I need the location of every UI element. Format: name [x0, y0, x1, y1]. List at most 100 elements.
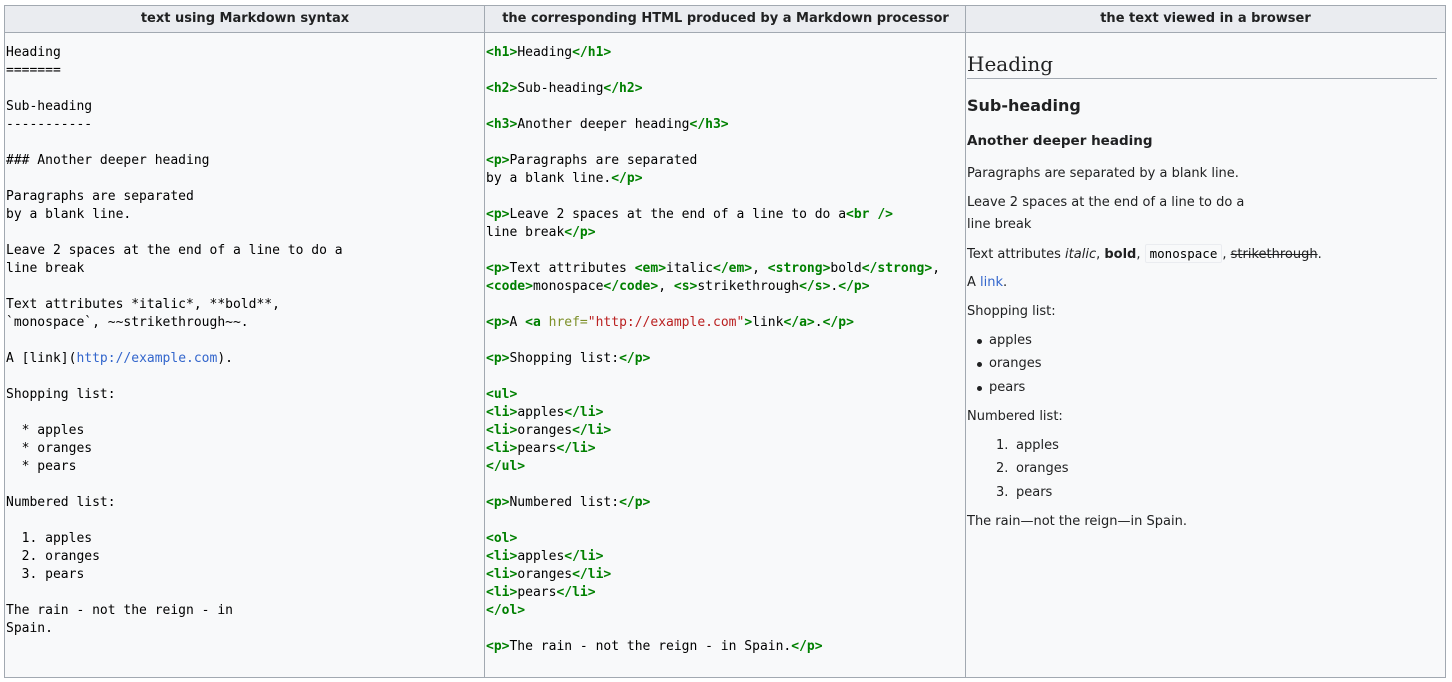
md-line: Text attributes *italic*, **bold**, — [6, 297, 280, 312]
html-tag: <a — [525, 315, 541, 330]
html-text: Shopping list: — [509, 351, 620, 366]
md-line: The rain - not the reign - in — [6, 603, 233, 618]
html-tag: <p> — [486, 495, 510, 510]
html-tag: </h3> — [689, 117, 729, 132]
html-text: link — [752, 315, 784, 330]
rendered-strikethrough: strikethrough — [1230, 247, 1318, 262]
bullet-icon — [977, 362, 982, 367]
html-tag: </s> — [799, 279, 831, 294]
html-text: Heading — [517, 45, 573, 60]
html-tag: </a> — [783, 315, 815, 330]
list-item: oranges — [989, 356, 1042, 371]
md-line: Paragraphs are separated — [6, 189, 194, 204]
md-url[interactable]: http://example.com — [76, 351, 217, 366]
html-text: pears — [517, 441, 557, 456]
html-tag: </ol> — [486, 603, 526, 618]
html-tag: <ul> — [486, 387, 518, 402]
html-text: Paragraphs are separated — [509, 153, 698, 168]
list-item: pears — [1016, 485, 1053, 500]
column-divider — [965, 6, 966, 677]
html-text: strikethrough — [697, 279, 800, 294]
rendered-heading-1: Heading — [967, 51, 1437, 79]
numbered-list-label: Numbered list: — [967, 409, 1063, 424]
html-text: . — [814, 315, 823, 330]
md-line: Shopping list: — [6, 387, 116, 402]
rendered-bold: bold — [1104, 247, 1137, 262]
html-tag: <p> — [486, 315, 510, 330]
md-line: `monospace`, ~~strikethrough~~. — [6, 315, 249, 330]
html-tag: </code> — [603, 279, 659, 294]
html-text: A — [509, 315, 526, 330]
html-tag: <code> — [486, 279, 533, 294]
html-tag: <li> — [486, 423, 518, 438]
html-text: Another deeper heading — [517, 117, 690, 132]
html-text: apples — [517, 549, 565, 564]
html-tag: <li> — [486, 441, 518, 456]
md-line: line break — [6, 261, 85, 276]
header-markdown: text using Markdown syntax — [5, 6, 485, 33]
html-text: by a blank line. — [486, 171, 612, 186]
list-item: apples — [989, 333, 1032, 348]
html-tag: <br /> — [846, 207, 893, 222]
html-tag: </li> — [572, 567, 612, 582]
html-tag: <li> — [486, 405, 518, 420]
html-tag: </p> — [838, 279, 870, 294]
html-text: pears — [517, 585, 557, 600]
html-tag: <p> — [486, 153, 510, 168]
md-line: by a blank line. — [6, 207, 132, 222]
md-line: Numbered list: — [6, 495, 116, 510]
rendered-text: , — [1222, 247, 1231, 262]
md-line: ### Another deeper heading — [6, 153, 210, 168]
html-attribute-value: "http://example.com" — [587, 315, 745, 330]
html-tag: > — [744, 315, 753, 330]
html-text: , — [658, 279, 674, 294]
bullet-icon — [977, 386, 982, 391]
rendered-paragraph: Text attributes italic, bold, monospace,… — [967, 243, 1322, 266]
rendered-text: Text attributes — [967, 247, 1066, 262]
html-text: Text attributes — [509, 261, 635, 276]
html-tag: </em> — [713, 261, 753, 276]
list-marker: 1. — [996, 438, 1009, 453]
list-item: apples — [1016, 438, 1059, 453]
rendered-italic: italic — [1065, 247, 1097, 262]
html-tag: </p> — [619, 351, 651, 366]
html-text: bold — [830, 261, 862, 276]
md-line: A [link]( — [6, 351, 77, 366]
html-tag: <p> — [486, 261, 510, 276]
html-tag: </h2> — [603, 81, 643, 96]
list-item: oranges — [1016, 461, 1069, 476]
html-text: oranges — [517, 423, 573, 438]
html-text: Sub-heading — [517, 81, 604, 96]
html-tag: <h3> — [486, 117, 518, 132]
md-line: Spain. — [6, 621, 53, 636]
html-text: The rain - not the reign - in Spain. — [509, 639, 792, 654]
rendered-heading-3: Another deeper heading — [967, 133, 1153, 149]
html-text: , — [932, 261, 948, 276]
html-tag: </li> — [556, 441, 596, 456]
html-tag: </li> — [556, 585, 596, 600]
html-text: , — [752, 261, 768, 276]
html-tag: <em> — [634, 261, 667, 276]
bullet-icon — [977, 339, 982, 344]
markdown-source: Heading ======= Sub-heading ----------- … — [6, 44, 343, 638]
html-tag: </ul> — [486, 459, 526, 474]
html-text: italic — [666, 261, 713, 276]
html-tag: </li> — [564, 549, 604, 564]
html-tag: <h2> — [486, 81, 518, 96]
html-text: Numbered list: — [509, 495, 620, 510]
rendered-heading-2: Sub-heading — [967, 96, 1081, 115]
rendered-link[interactable]: link — [980, 275, 1003, 290]
html-text: oranges — [517, 567, 573, 582]
md-line: 3. pears — [6, 567, 85, 582]
html-tag: <strong> — [767, 261, 831, 276]
column-divider — [484, 6, 485, 677]
header-html: the corresponding HTML produced by a Mar… — [485, 6, 966, 33]
rendered-text: Leave 2 spaces at the end of a line to d… — [967, 195, 1245, 210]
html-tag: <s> — [673, 279, 698, 294]
md-line: ----------- — [6, 117, 93, 132]
md-line: * pears — [6, 459, 77, 474]
html-tag: </p> — [791, 639, 823, 654]
md-line: Heading — [6, 45, 61, 60]
html-tag: </p> — [619, 495, 651, 510]
html-tag: <ol> — [486, 531, 518, 546]
